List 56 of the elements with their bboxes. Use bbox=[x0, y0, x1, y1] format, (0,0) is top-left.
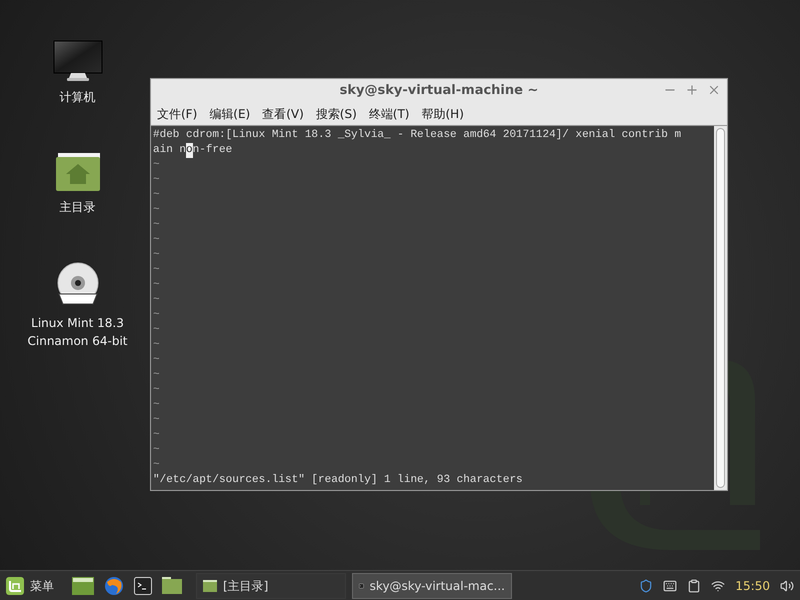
taskbar-window-button[interactable]: [主目录] bbox=[196, 572, 346, 598]
home-folder-icon bbox=[54, 152, 100, 192]
menu-item[interactable]: 查看(V) bbox=[258, 104, 308, 122]
menu-item[interactable]: 编辑(E) bbox=[205, 104, 254, 122]
empty-line-marker: ~ bbox=[153, 278, 161, 293]
empty-line-marker: ~ bbox=[153, 458, 161, 473]
desktop-icon-label[interactable]: 主目录 bbox=[20, 198, 135, 216]
empty-line-marker: ~ bbox=[153, 353, 161, 368]
clock[interactable]: 15:50 bbox=[735, 576, 770, 594]
status-line: "/etc/apt/sources.list" [readonly] 1 line, 93 characters bbox=[153, 473, 524, 488]
empty-line-marker: ~ bbox=[153, 308, 161, 323]
desktop-icon-label[interactable]: 计算机 bbox=[20, 88, 135, 106]
empty-line-marker: ~ bbox=[153, 428, 161, 443]
shield-icon[interactable] bbox=[639, 578, 654, 592]
scrollbar-thumb[interactable] bbox=[716, 128, 725, 488]
empty-line-marker: ~ bbox=[153, 323, 161, 338]
terminal-icon[interactable] bbox=[134, 576, 152, 594]
folder-icon bbox=[203, 580, 217, 592]
empty-line-marker: ~ bbox=[153, 443, 161, 458]
empty-line-marker: ~ bbox=[153, 293, 161, 308]
mint-logo-icon bbox=[6, 576, 24, 594]
folder-icon[interactable] bbox=[162, 577, 182, 594]
menu-item[interactable]: 搜索(S) bbox=[312, 104, 361, 122]
keyboard-icon[interactable] bbox=[663, 578, 678, 592]
menu-button[interactable]: 菜单 bbox=[4, 576, 56, 594]
empty-line-marker: ~ bbox=[153, 263, 161, 278]
empty-line-marker: ~ bbox=[153, 383, 161, 398]
clipboard-icon[interactable] bbox=[687, 578, 702, 592]
taskbar-window-button[interactable]: sky@sky-virtual-mac... bbox=[352, 572, 512, 598]
empty-line-marker: ~ bbox=[153, 248, 161, 263]
show-desktop-icon[interactable] bbox=[72, 576, 94, 594]
desktop-icon-label[interactable]: Linux Mint 18.3 Cinnamon 64-bit bbox=[20, 314, 135, 350]
window-title: sky@sky-virtual-machine ~ bbox=[340, 82, 538, 100]
close-icon[interactable] bbox=[707, 83, 721, 97]
empty-line-marker: ~ bbox=[153, 203, 161, 218]
maximize-icon[interactable] bbox=[685, 83, 699, 97]
empty-line-marker: ~ bbox=[153, 158, 161, 173]
monitor-icon bbox=[52, 40, 102, 82]
browser-icon[interactable] bbox=[104, 576, 124, 596]
empty-line-marker: ~ bbox=[153, 398, 161, 413]
volume-icon[interactable] bbox=[780, 578, 794, 592]
text-cursor: o bbox=[186, 143, 193, 158]
empty-line-marker: ~ bbox=[153, 173, 161, 188]
empty-line-marker: ~ bbox=[153, 188, 161, 203]
menu-item[interactable]: 文件(F) bbox=[153, 104, 202, 122]
empty-line-marker: ~ bbox=[153, 233, 161, 248]
empty-line-marker: ~ bbox=[153, 338, 161, 353]
menu-item[interactable]: 帮助(H) bbox=[417, 104, 468, 122]
text-line: ain n bbox=[153, 143, 186, 158]
text-line: #deb cdrom:[Linux Mint 18.3 _Sylvia_ - Release amd64 20171124]/ xenial contrib m bbox=[153, 128, 682, 143]
empty-line-marker: ~ bbox=[153, 413, 161, 428]
empty-line-marker: ~ bbox=[153, 368, 161, 383]
network-icon[interactable] bbox=[711, 578, 726, 592]
empty-line-marker: ~ bbox=[153, 218, 161, 233]
menu-item[interactable]: 终端(T) bbox=[364, 104, 414, 122]
text-line: n-free bbox=[192, 143, 232, 158]
